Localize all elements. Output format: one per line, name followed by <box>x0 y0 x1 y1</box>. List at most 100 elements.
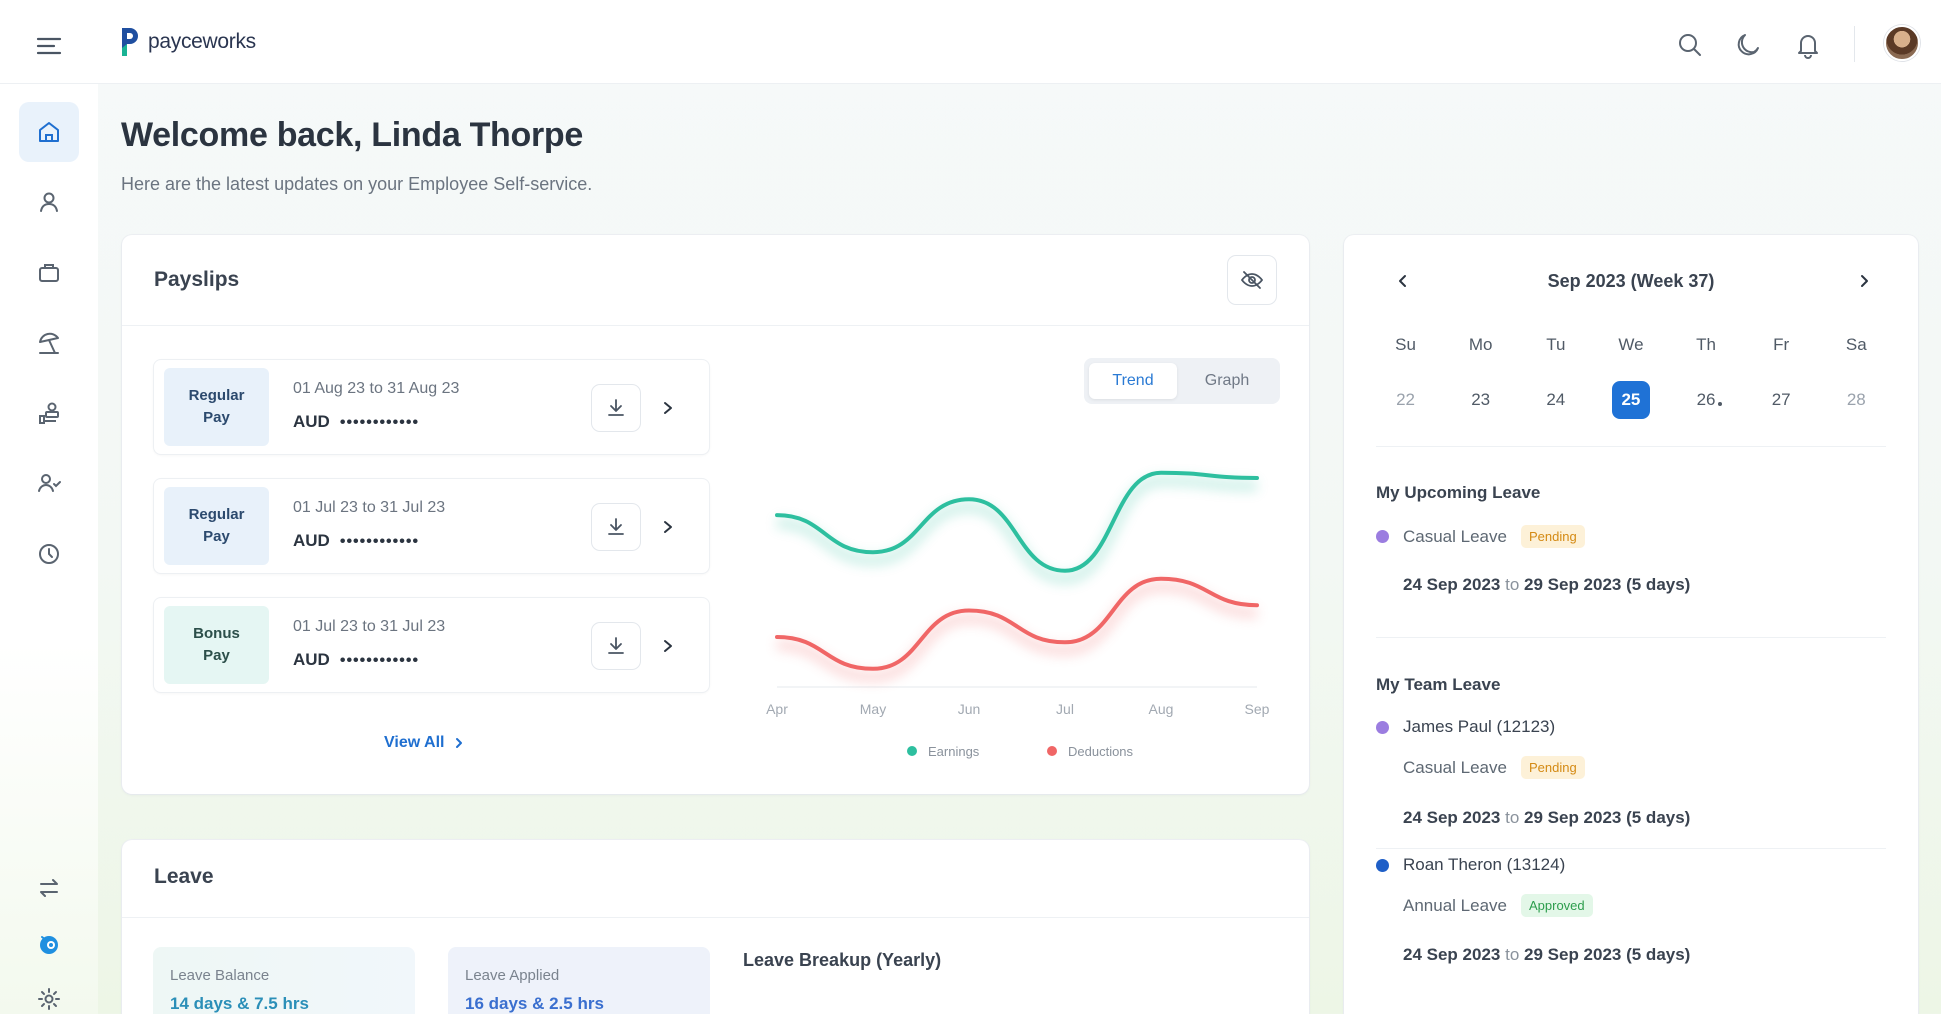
member-name: Roan Theron (13124) <box>1403 855 1566 874</box>
team-member-leave-type: Casual Leave Pending <box>1403 756 1585 779</box>
series-shadow-deductions <box>776 581 1258 682</box>
gear-icon <box>38 988 60 1010</box>
user-avatar[interactable] <box>1884 25 1920 61</box>
leave-from: 24 Sep 2023 <box>1403 945 1501 964</box>
x-tick-label: Jul <box>1056 701 1074 717</box>
weekday-label: Mo <box>1468 335 1493 354</box>
payslips-card: Payslips Regular Pay 01 Aug 23 to 31 Aug… <box>122 235 1309 794</box>
weekday-label: Th <box>1696 335 1716 354</box>
clock-icon <box>39 544 59 564</box>
beach-umbrella-icon <box>39 332 59 354</box>
calendar-header: Sep 2023 (Week 37) <box>1344 263 1918 299</box>
page-title: Welcome back, Linda Thorpe <box>121 116 584 154</box>
leave-to: 29 Sep 2023 (5 days) <box>1524 808 1691 827</box>
users-icon <box>38 474 61 492</box>
menu-icon[interactable] <box>36 36 62 56</box>
divider <box>1376 637 1886 638</box>
sidebar-switch[interactable] <box>19 858 79 918</box>
leave-to-word: to <box>1505 808 1520 827</box>
leave-to: 29 Sep 2023 (5 days) <box>1524 575 1691 594</box>
user-icon <box>40 192 58 212</box>
team-member-name[interactable]: Roan Theron (13124) <box>1376 855 1565 875</box>
leave-from: 24 Sep 2023 <box>1403 808 1501 827</box>
legend-dot <box>907 746 917 756</box>
calendar-weekdays: Su Mo Tu We Th Fr Sa <box>1368 325 1894 365</box>
brand-logo[interactable]: payceworks <box>118 24 256 60</box>
sidebar-support[interactable] <box>19 914 79 974</box>
calendar-day[interactable]: 26 <box>1669 380 1744 420</box>
support-bot-icon <box>40 936 58 954</box>
leave-balance-box: Leave Balance 14 days & 7.5 hrs <box>153 947 415 1014</box>
search-icon[interactable] <box>1675 30 1705 60</box>
sidebar-item-jobs[interactable] <box>19 243 79 303</box>
leave-type: Casual Leave <box>1403 526 1507 546</box>
leave-header: Leave <box>122 840 1309 918</box>
weekday-label: Tu <box>1546 335 1566 354</box>
weekday-label: Su <box>1395 335 1416 354</box>
leave-type-dot <box>1376 530 1389 543</box>
leave-balance-label: Leave Balance <box>170 967 270 984</box>
chevron-right-icon <box>1861 275 1868 287</box>
calendar-day[interactable]: 24 <box>1518 380 1593 420</box>
legend-label: Deductions <box>1068 744 1134 759</box>
leave-date-range: 24 Sep 2023 to 29 Sep 2023 (5 days) <box>1403 808 1690 828</box>
x-tick-label: Jun <box>958 701 981 717</box>
calendar-day[interactable]: 23 <box>1443 380 1518 420</box>
calendar-day[interactable]: 28 <box>1819 380 1894 420</box>
calendar-day-selected[interactable]: 25 <box>1593 380 1668 420</box>
calendar-next-button[interactable] <box>1849 266 1879 296</box>
calendar-day[interactable]: 22 <box>1368 380 1443 420</box>
day-label: 26 <box>1696 390 1716 409</box>
moon-icon[interactable] <box>1734 30 1764 60</box>
upcoming-leave-item[interactable]: Casual Leave Pending <box>1376 525 1585 548</box>
status-badge: Pending <box>1520 756 1585 779</box>
page-subtitle: Here are the latest updates on your Empl… <box>121 174 593 194</box>
legend-item-deductions[interactable]: Deductions <box>1047 744 1134 759</box>
leave-applied-label: Leave Applied <box>465 967 560 984</box>
swap-icon <box>40 879 58 897</box>
legend-dot <box>1047 746 1057 756</box>
sidebar-settings[interactable] <box>19 969 79 1014</box>
series-shadow-earnings <box>776 475 1258 584</box>
team-member-name[interactable]: James Paul (12123) <box>1376 717 1555 737</box>
briefcase-icon <box>39 264 59 282</box>
weekday-label: Fr <box>1773 335 1790 354</box>
x-tick-label: Aug <box>1149 701 1174 717</box>
sidebar-item-timesheet[interactable] <box>19 524 79 584</box>
leave-to: 29 Sep 2023 (5 days) <box>1524 945 1691 964</box>
top-bar: payceworks <box>0 0 1941 84</box>
calendar-day[interactable]: 27 <box>1744 380 1819 420</box>
topbar-divider <box>1854 26 1855 62</box>
sidebar-item-payments[interactable] <box>19 383 79 443</box>
sidebar-item-home[interactable] <box>19 102 79 162</box>
leave-to-word: to <box>1505 575 1520 594</box>
member-name: James Paul (12123) <box>1403 717 1556 736</box>
calendar-days: 22 23 24 25 26 27 28 <box>1368 380 1894 420</box>
leave-card: Leave Leave Balance 14 days & 7.5 hrs Le… <box>122 840 1309 1014</box>
x-tick-label: Sep <box>1245 701 1270 717</box>
sidebar-item-team[interactable] <box>19 453 79 513</box>
sidebar <box>0 84 98 1014</box>
leave-date-range: 24 Sep 2023 to 29 Sep 2023 (5 days) <box>1403 945 1690 965</box>
status-badge: Pending <box>1520 525 1585 548</box>
leave-type: Annual Leave <box>1403 895 1507 915</box>
selected-day-label: 25 <box>1611 381 1650 419</box>
payceworks-logo-icon <box>122 28 138 56</box>
event-dot <box>1717 402 1722 406</box>
calendar-leave-panel: Sep 2023 (Week 37) Su Mo Tu We Th Fr Sa … <box>1344 235 1918 1014</box>
bell-icon[interactable] <box>1793 30 1823 60</box>
sidebar-item-profile[interactable] <box>19 172 79 232</box>
member-dot <box>1376 720 1389 734</box>
payslip-trend-chart: Apr May Jun Jul Aug Sep Earnings Deductions <box>766 470 1270 759</box>
team-member-leave-type: Annual Leave Approved <box>1403 894 1593 917</box>
weekday-label: We <box>1618 335 1644 354</box>
x-tick-label: May <box>860 701 886 717</box>
leave-breakup-title: Leave Breakup (Yearly) <box>743 950 942 970</box>
legend-item-earnings[interactable]: Earnings <box>907 744 980 759</box>
calendar-title: Sep 2023 (Week 37) <box>1547 271 1715 291</box>
leave-to-word: to <box>1505 945 1520 964</box>
sidebar-item-leave[interactable] <box>19 313 79 373</box>
leave-balance-value: 14 days & 7.5 hrs <box>170 994 309 1013</box>
legend-label: Earnings <box>928 744 980 759</box>
leave-from: 24 Sep 2023 <box>1403 575 1501 594</box>
